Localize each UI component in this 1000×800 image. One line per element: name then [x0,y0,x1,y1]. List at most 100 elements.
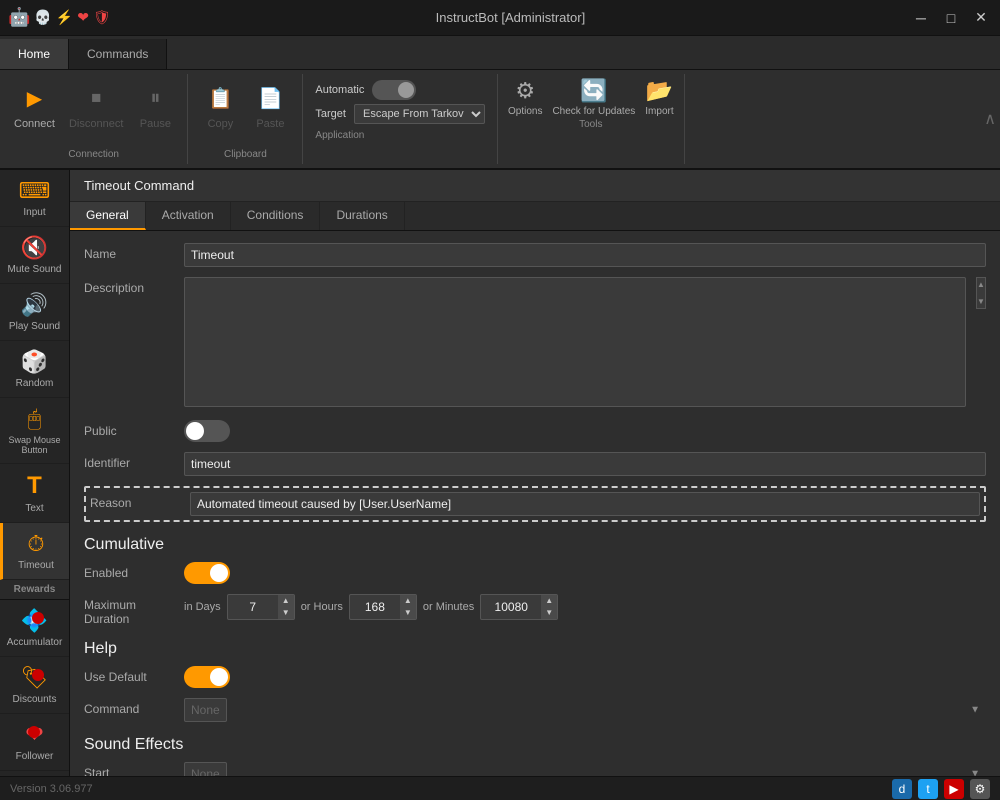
icon4: 🛡 [93,9,111,26]
tab-activation[interactable]: Activation [146,202,231,230]
connection-buttons: ▶ Connect ⏹ Disconnect ⏸ Pause [10,78,177,132]
reason-input[interactable] [190,492,980,516]
enabled-row: Enabled [84,562,986,584]
identifier-input[interactable] [184,452,986,476]
pause-button[interactable]: ⏸ Pause [133,78,177,132]
sidebar-item-text[interactable]: T Text [0,464,69,523]
sidebar-item-timeout[interactable]: ⏱ Timeout [0,523,69,580]
hours-down-btn[interactable]: ▼ [400,607,416,619]
paste-button[interactable]: 📄 Paste [248,78,292,132]
nav-tabs: Home Commands [0,36,1000,70]
sidebar-item-follower-label: Follower [16,751,54,762]
main-area: ⌨ Input 🔇 Mute Sound 🔊 Play Sound 🎲 Rand… [0,170,1000,794]
sidebar-item-text-label: Text [25,503,43,514]
description-scrollbar[interactable]: ▲ ▼ [976,277,986,309]
mute-sound-icon: 🔇 [21,235,48,261]
days-spinbox: ▲ ▼ [227,594,295,620]
identifier-label: Identifier [84,452,184,470]
close-button[interactable]: ✕ [970,7,992,29]
sidebar-item-play-label: Play Sound [9,321,60,332]
max-duration-row: Maximum Duration in Days ▲ ▼ or Hours [84,594,986,626]
description-input[interactable] [184,277,966,407]
sidebar-item-input[interactable]: ⌨ Input [0,170,69,227]
minutes-up-btn[interactable]: ▲ [541,595,557,607]
nav-tab-commands[interactable]: Commands [69,39,167,69]
enabled-toggle-knob [210,564,228,582]
command-header: Timeout Command [70,170,1000,202]
ribbon: ▶ Connect ⏹ Disconnect ⏸ Pause Connectio… [0,70,1000,170]
name-input[interactable] [184,243,986,267]
hours-input[interactable] [350,597,400,617]
minutes-input[interactable] [481,597,541,617]
tab-general[interactable]: General [70,202,146,230]
command-dropdown-arrow: ▼ [970,705,980,716]
scroll-down-btn[interactable]: ▼ [975,295,987,308]
target-dropdown[interactable]: Escape From Tarkov [354,104,485,124]
sidebar-item-follower[interactable]: ❤ Follower [0,714,69,771]
max-duration-label: Maximum Duration [84,594,184,626]
sidebar-item-input-label: Input [23,207,45,218]
tools-buttons: ⚙ Options 🔄 Check for Updates 📂 Import [508,78,674,117]
minutes-down-btn[interactable]: ▼ [541,607,557,619]
days-down-btn[interactable]: ▼ [278,607,294,619]
sidebar-item-accumulator-label: Accumulator [7,637,63,648]
youtube-icon[interactable]: ▶ [944,779,964,799]
command-label: Command [84,698,184,716]
command-row: Command None ▼ [84,698,986,722]
use-default-row: Use Default [84,666,986,688]
use-default-toggle[interactable] [184,666,230,688]
enabled-toggle[interactable] [184,562,230,584]
days-up-btn[interactable]: ▲ [278,595,294,607]
settings-icon[interactable]: ⚙ [970,779,990,799]
timeout-icon: ⏱ [27,531,44,557]
sidebar-item-mute-sound[interactable]: 🔇 Mute Sound [0,227,69,284]
application-label: Application [315,130,485,141]
options-button[interactable]: ⚙ Options [508,78,542,117]
icon2: ⚡ [56,9,73,26]
tools-label: Tools [579,119,602,130]
twitter-icon[interactable]: t [918,779,938,799]
command-dropdown-wrap: None ▼ [184,698,986,722]
tab-conditions[interactable]: Conditions [231,202,321,230]
clipboard-label: Clipboard [224,149,267,160]
import-icon: 📂 [646,78,673,104]
scroll-up-btn[interactable]: ▲ [975,278,987,291]
rewards-section-label: Rewards [0,580,69,600]
random-icon: 🎲 [21,349,48,375]
check-updates-button[interactable]: 🔄 Check for Updates [552,78,635,117]
hours-spinbox: ▲ ▼ [349,594,417,620]
automatic-toggle-thumb [398,82,414,98]
automatic-toggle[interactable] [372,80,416,100]
tab-durations[interactable]: Durations [320,202,404,230]
sidebar-item-accumulator[interactable]: 💠 Accumulator [0,600,69,657]
status-bar: Version 3.06.977 d t ▶ ⚙ [0,776,1000,800]
sidebar-item-swap-mouse[interactable]: 🖱 Swap Mouse Button [0,398,69,464]
help-heading: Help [84,640,986,658]
options-icon: ⚙ [515,78,535,104]
import-button[interactable]: 📂 Import [645,78,673,117]
maximize-button[interactable]: □ [940,7,962,29]
ribbon-clipboard-group: 📋 Copy 📄 Paste Clipboard [188,74,303,164]
sidebar-item-random[interactable]: 🎲 Random [0,341,69,398]
ribbon-application-group: Automatic Target Escape From Tarkov Appl… [303,74,498,164]
minutes-spinbox: ▲ ▼ [480,594,558,620]
content-area: Timeout Command General Activation Condi… [70,170,1000,794]
nav-tab-home[interactable]: Home [0,39,69,69]
minimize-button[interactable]: ─ [910,7,932,29]
sidebar-item-play-sound[interactable]: 🔊 Play Sound [0,284,69,341]
ribbon-collapse-btn[interactable]: ∧ [984,109,996,129]
copy-button[interactable]: 📋 Copy [198,78,242,132]
days-input[interactable] [228,597,278,617]
clipboard-buttons: 📋 Copy 📄 Paste [198,78,292,132]
hours-up-btn[interactable]: ▲ [400,595,416,607]
discord-icon[interactable]: d [892,779,912,799]
name-label: Name [84,243,184,261]
connect-button[interactable]: ▶ Connect [10,78,59,132]
app-icon-main: 🤖 [8,7,30,28]
sidebar-item-discounts[interactable]: 🏷 Discounts [0,657,69,714]
command-dropdown[interactable]: None [184,698,227,722]
identifier-row: Identifier [84,452,986,476]
disconnect-button[interactable]: ⏹ Disconnect [65,78,127,132]
public-toggle[interactable] [184,420,230,442]
sidebar-item-timeout-label: Timeout [18,560,54,571]
